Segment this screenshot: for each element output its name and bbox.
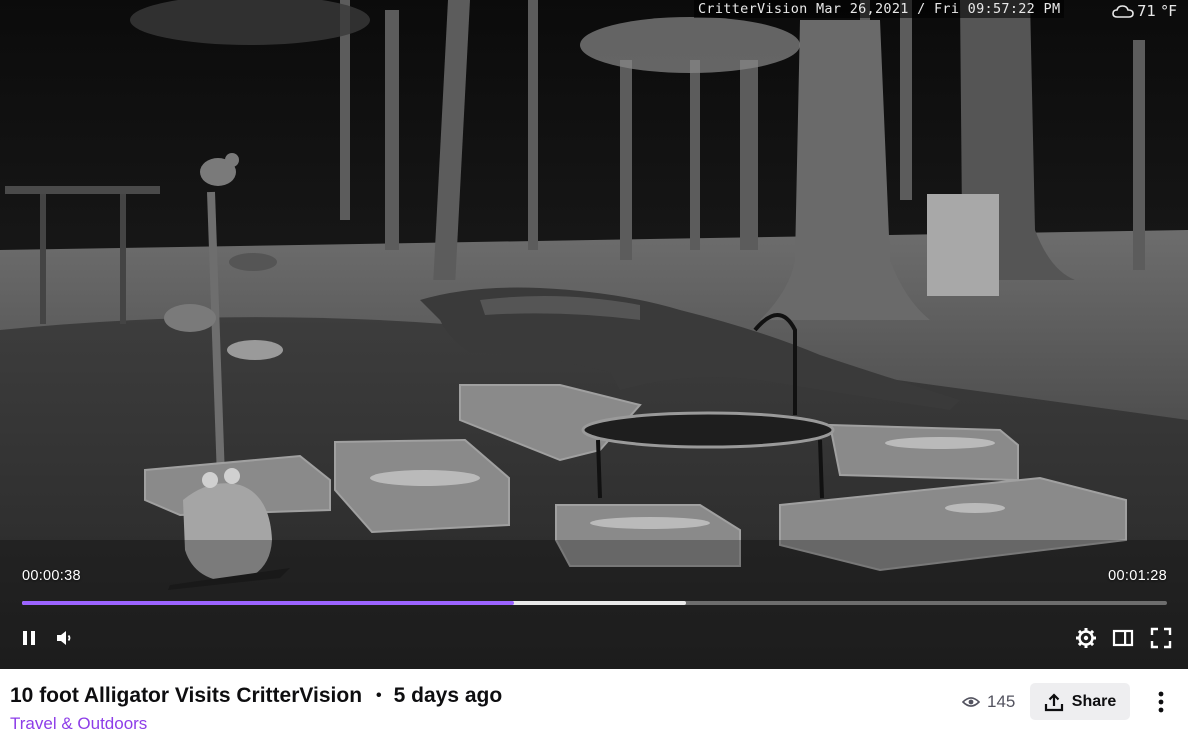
category-link[interactable]: Travel & Outdoors bbox=[10, 714, 147, 734]
share-button[interactable]: Share bbox=[1030, 683, 1130, 720]
camera-timestamp: CritterVision Mar 26,2021 / Fri 09:57:22… bbox=[694, 0, 1065, 18]
share-icon bbox=[1044, 692, 1063, 711]
temperature-label: 71 °F bbox=[1137, 2, 1177, 20]
pause-button[interactable] bbox=[15, 624, 43, 652]
title-separator: • bbox=[376, 687, 382, 704]
volume-button[interactable] bbox=[50, 624, 78, 652]
video-player[interactable]: CritterVision Mar 26,2021 / Fri 09:57:22… bbox=[0, 0, 1188, 669]
settings-button[interactable] bbox=[1072, 624, 1100, 652]
view-count: 145 bbox=[962, 692, 1015, 712]
video-info-bar: 10 foot Alligator Visits CritterVision •… bbox=[0, 669, 1188, 751]
eye-icon bbox=[962, 697, 980, 707]
video-title: 10 foot Alligator Visits CritterVision bbox=[10, 684, 363, 707]
theatre-mode-button[interactable] bbox=[1109, 624, 1137, 652]
view-count-value: 145 bbox=[987, 692, 1016, 711]
volume-icon bbox=[57, 631, 71, 645]
settings-icon bbox=[1076, 628, 1096, 648]
title-line: 10 foot Alligator Visits CritterVision •… bbox=[10, 684, 502, 708]
share-label: Share bbox=[1071, 692, 1117, 710]
cloud-icon bbox=[1112, 5, 1134, 18]
more-options-button[interactable] bbox=[1148, 687, 1174, 717]
vertical-dots-icon bbox=[1158, 691, 1164, 713]
video-frame[interactable] bbox=[0, 0, 1188, 669]
fullscreen-button[interactable] bbox=[1147, 624, 1175, 652]
pause-icon bbox=[23, 631, 35, 645]
total-time: 00:01:28 bbox=[1108, 568, 1167, 584]
seek-bar[interactable] bbox=[22, 601, 1167, 605]
current-time: 00:00:38 bbox=[22, 568, 81, 584]
theatre-mode-icon bbox=[1112, 629, 1134, 647]
night-camera-scene bbox=[0, 0, 1188, 669]
fullscreen-icon bbox=[1150, 627, 1172, 649]
weather-readout: 71 °F bbox=[1112, 2, 1177, 20]
video-age: 5 days ago bbox=[393, 684, 503, 707]
played-bar bbox=[22, 601, 515, 605]
